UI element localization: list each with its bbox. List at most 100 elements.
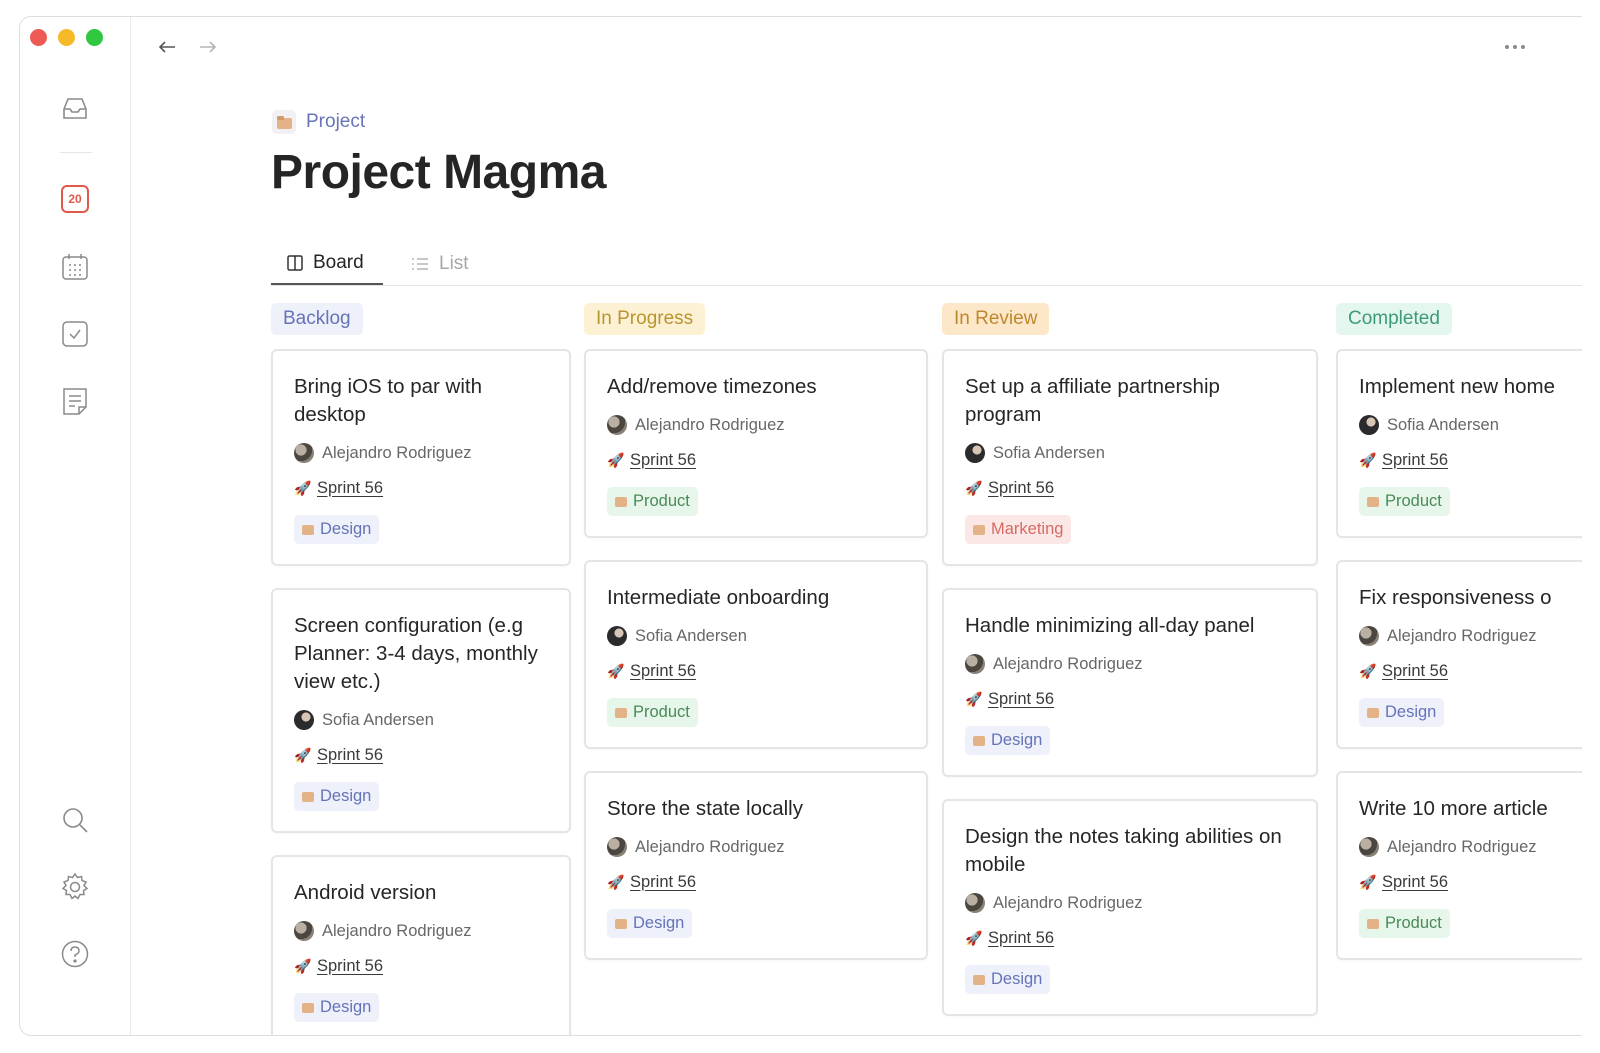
tab-list[interactable]: List [395, 243, 485, 285]
sprint-link[interactable]: Sprint 56 [988, 479, 1054, 498]
task-card[interactable]: Bring iOS to par with desktop Alejandro … [271, 349, 571, 566]
tab-list-label: List [439, 253, 469, 274]
avatar [965, 893, 985, 913]
assignee-name: Sofia Andersen [322, 710, 434, 729]
card-tag[interactable]: Product [1359, 909, 1450, 938]
task-card[interactable]: Write 10 more article Alejandro Rodrigue… [1336, 771, 1582, 960]
calendar-grid-icon [62, 254, 88, 280]
notes-button[interactable] [58, 384, 92, 418]
sprint-link[interactable]: Sprint 56 [317, 957, 383, 976]
sprint-link[interactable]: Sprint 56 [1382, 873, 1448, 892]
column-completed: Completed Implement new home Sofia Ander… [1336, 303, 1582, 982]
column-in-progress: In Progress Add/remove timezones Alejand… [584, 303, 928, 982]
task-card[interactable]: Handle minimizing all-day panel Alejandr… [942, 588, 1318, 777]
avatar [607, 626, 627, 646]
sprint-link[interactable]: Sprint 56 [988, 690, 1054, 709]
card-assignee: Alejandro Rodriguez [1359, 624, 1582, 648]
assignee-name: Alejandro Rodriguez [1387, 837, 1537, 856]
avatar [607, 415, 627, 435]
rocket-icon: 🚀 [1359, 451, 1377, 468]
sprint-link[interactable]: Sprint 56 [630, 873, 696, 892]
column-label-in-review: In Review [942, 303, 1050, 335]
sprint-link[interactable]: Sprint 56 [630, 662, 696, 681]
today-button[interactable]: 20 [58, 182, 92, 216]
rocket-icon: 🚀 [607, 662, 625, 679]
tag-label: Product [1385, 492, 1442, 510]
rocket-icon: 🚀 [294, 479, 312, 496]
assignee-name: Sofia Andersen [635, 626, 747, 645]
card-sprint: 🚀 Sprint 56 [1359, 448, 1582, 472]
sprint-link[interactable]: Sprint 56 [1382, 662, 1448, 681]
help-button[interactable] [58, 937, 92, 971]
card-tag[interactable]: Product [607, 698, 698, 727]
sprint-link[interactable]: Sprint 56 [1382, 451, 1448, 470]
back-button[interactable] [154, 35, 180, 59]
notes-icon [63, 388, 87, 415]
card-tag[interactable]: Product [607, 487, 698, 516]
column-label-backlog: Backlog [271, 303, 363, 335]
task-card[interactable]: Screen configuration (e.g Planner: 3-4 d… [271, 588, 571, 833]
card-tag[interactable]: Design [294, 515, 380, 544]
more-options-button[interactable] [1502, 35, 1528, 59]
app-window: 20 Project Project Magma Board List Back… [19, 16, 1582, 1036]
task-card[interactable]: Add/remove timezones Alejandro Rodriguez… [584, 349, 928, 538]
column-in-review: In Review Set up a affiliate partnership… [942, 303, 1318, 1035]
card-tag[interactable]: Marketing [965, 515, 1072, 544]
task-card[interactable]: Intermediate onboarding Sofia Andersen 🚀… [584, 560, 928, 749]
task-card[interactable]: Design the notes taking abilities on mob… [942, 799, 1318, 1016]
sprint-link[interactable]: Sprint 56 [988, 929, 1054, 948]
tag-label: Design [320, 998, 372, 1016]
card-title: Screen configuration (e.g Planner: 3-4 d… [294, 614, 538, 693]
search-button[interactable] [58, 803, 92, 837]
tab-board-label: Board [313, 252, 364, 273]
breadcrumb[interactable]: Project [272, 110, 365, 134]
arrow-left-icon [158, 41, 175, 53]
sprint-link[interactable]: Sprint 56 [317, 479, 383, 498]
task-card[interactable]: Android version Alejandro Rodriguez 🚀 Spr… [271, 855, 571, 1035]
task-card[interactable]: Set up a affiliate partnership program S… [942, 349, 1318, 566]
calendar-button[interactable] [58, 250, 92, 284]
card-title: Store the state locally [607, 797, 803, 820]
tag-label: Design [991, 970, 1043, 988]
forward-button[interactable] [195, 35, 221, 59]
card-assignee: Alejandro Rodriguez [294, 919, 549, 943]
gear-icon [61, 872, 89, 900]
calendar-day-number: 20 [68, 192, 82, 206]
card-tag[interactable]: Design [965, 965, 1051, 994]
sprint-link[interactable]: Sprint 56 [630, 451, 696, 470]
rocket-icon: 🚀 [607, 873, 625, 890]
card-title: Handle minimizing all-day panel [965, 614, 1255, 637]
tab-board[interactable]: Board [271, 243, 383, 285]
rocket-icon: 🚀 [965, 929, 983, 946]
folder-icon [1367, 918, 1379, 929]
card-tag[interactable]: Design [294, 993, 380, 1022]
help-icon [61, 940, 89, 968]
card-sprint: 🚀 Sprint 56 [607, 659, 906, 683]
avatar [965, 443, 985, 463]
settings-button[interactable] [58, 870, 92, 904]
search-icon [63, 808, 88, 833]
card-tag[interactable]: Design [607, 909, 693, 938]
tag-label: Design [1385, 703, 1437, 721]
rocket-icon: 🚀 [1359, 662, 1377, 679]
sprint-link[interactable]: Sprint 56 [317, 746, 383, 765]
task-card[interactable]: Fix responsiveness o Alejandro Rodriguez… [1336, 560, 1582, 749]
assignee-name: Alejandro Rodriguez [322, 921, 472, 940]
card-tag[interactable]: Design [1359, 698, 1445, 727]
card-sprint: 🚀 Sprint 56 [607, 448, 906, 472]
card-assignee: Sofia Andersen [1359, 413, 1582, 437]
card-sprint: 🚀 Sprint 56 [965, 687, 1296, 711]
card-sprint: 🚀 Sprint 56 [294, 954, 549, 978]
card-title: Set up a affiliate partnership program [965, 375, 1220, 426]
card-tag[interactable]: Product [1359, 487, 1450, 516]
task-card[interactable]: Store the state locally Alejandro Rodrig… [584, 771, 928, 960]
task-card[interactable]: Implement new home Sofia Andersen 🚀 Sprin… [1336, 349, 1582, 538]
tasks-button[interactable] [58, 317, 92, 351]
board-icon [287, 255, 303, 271]
tag-label: Marketing [991, 520, 1064, 538]
card-tag[interactable]: Design [294, 782, 380, 811]
inbox-icon [63, 98, 87, 119]
card-tag[interactable]: Design [965, 726, 1051, 755]
inbox-button[interactable] [58, 92, 92, 126]
card-sprint: 🚀 Sprint 56 [294, 743, 549, 767]
